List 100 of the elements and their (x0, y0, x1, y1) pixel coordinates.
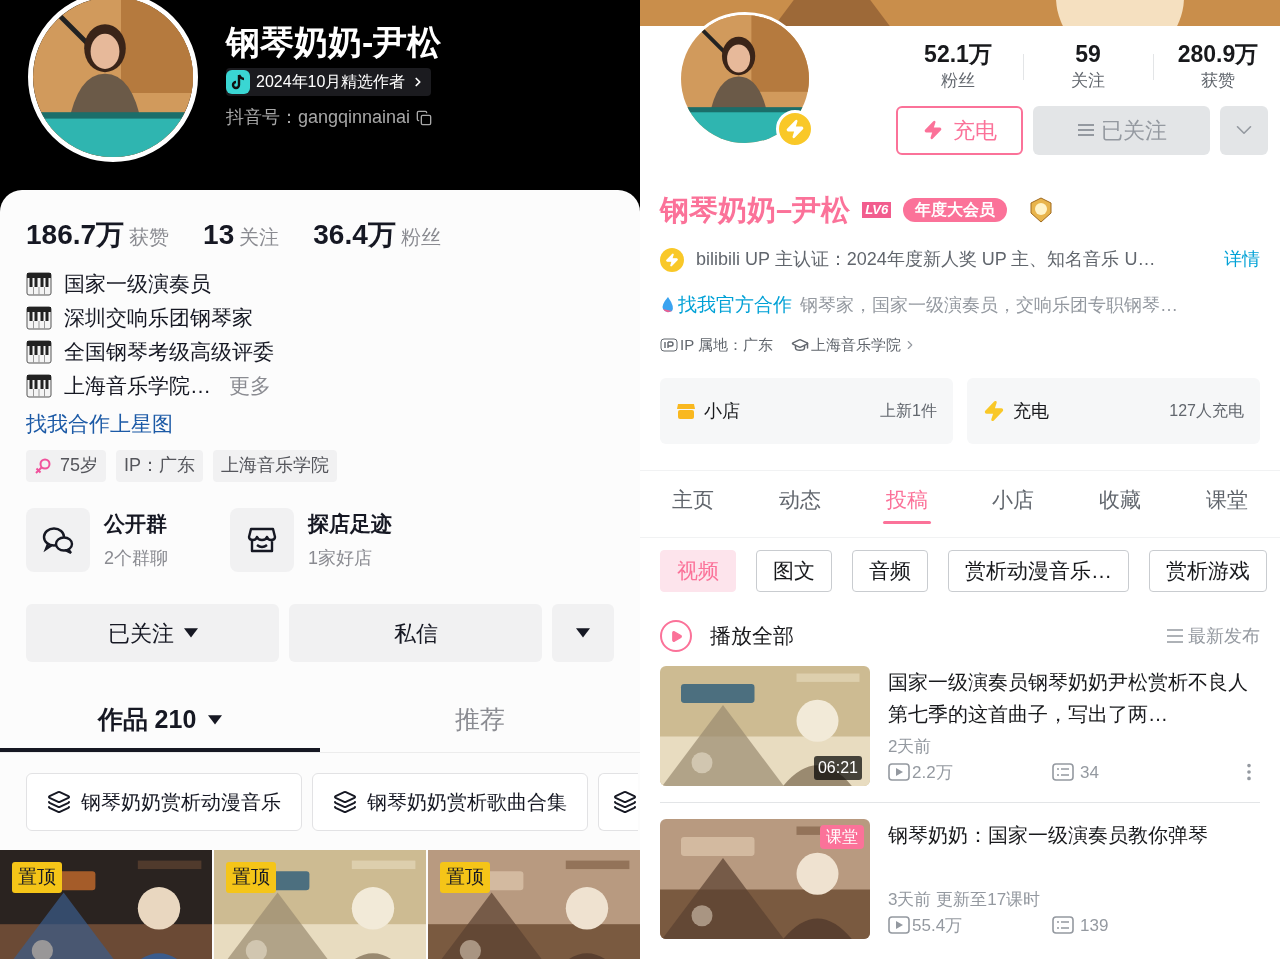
profile-tab[interactable]: 小店 (970, 471, 1057, 537)
bio-line: 国家一级演奏员 (64, 270, 211, 297)
lightning-icon (983, 400, 1005, 422)
info-card[interactable]: 充电 127人充电 (967, 378, 1260, 444)
feature-subtitle: 2个群聊 (104, 547, 168, 570)
drop-icon (660, 296, 676, 315)
pinned-badge: 置顶 (12, 862, 62, 893)
piano-keys-icon (26, 338, 52, 365)
stat-value: 59 (1075, 40, 1101, 68)
level-badge: LV6 (862, 202, 892, 219)
card-title: 小店 (704, 399, 740, 423)
profile-tab[interactable]: 主页 (650, 471, 736, 537)
copy-icon[interactable] (416, 109, 433, 126)
layers-icon (47, 790, 71, 814)
message-button[interactable]: 私信 (289, 604, 542, 662)
layers-icon (613, 790, 637, 814)
verified-icon (660, 247, 684, 272)
profile-tag: IP：广东 (116, 449, 204, 482)
profile-tab[interactable]: 动态 (756, 471, 843, 537)
award-badge[interactable]: 2024年10月精选作者 (226, 68, 432, 96)
card-info: 上新1件 (880, 401, 937, 421)
lightning-icon (922, 120, 943, 140)
profile-stat: 36.4万 粉丝 (313, 218, 441, 252)
video-duration: 06:21 (813, 756, 862, 780)
chat-bubbles-icon (41, 524, 75, 555)
feature-subtitle: 1家好店 (308, 547, 373, 570)
school-link[interactable]: 上海音乐学院 (791, 333, 918, 356)
video-title[interactable]: 国家一级演奏员钢琴奶奶尹松赏析不良人第七季的这首曲子，写出了两… (888, 666, 1260, 730)
profile-stat: 186.7万 获赞 (26, 218, 170, 252)
play-count-icon (888, 763, 910, 782)
view-count: 55.4万 (912, 914, 964, 937)
feature-icon-tile[interactable] (230, 507, 294, 572)
caret-icon (576, 628, 590, 638)
ip-icon (660, 337, 678, 352)
caret-icon (208, 715, 223, 725)
female-icon (34, 456, 52, 475)
follow-button[interactable]: 已关注 (26, 604, 279, 662)
comment-count: 139 (1080, 914, 1109, 937)
cooperation-link[interactable]: 找我合作上星图 (26, 408, 173, 440)
piano-keys-icon (26, 304, 52, 331)
video-thumbnail[interactable]: 06:21 (660, 666, 870, 786)
stat-label: 关注 (1071, 70, 1105, 92)
profile-tag: 上海音乐学院 (213, 449, 338, 482)
view-count: 2.2万 (912, 761, 954, 784)
video-thumbnail[interactable]: 置顶 (428, 850, 640, 959)
filter-chip[interactable]: 音频 (852, 550, 928, 592)
profile-tab[interactable]: 课堂 (1184, 471, 1270, 537)
play-all-icon[interactable] (660, 620, 692, 652)
collection-chip[interactable] (598, 773, 638, 831)
menu-icon (1076, 122, 1095, 138)
feature-title: 公开群 (104, 510, 168, 537)
certification-text: bilibili UP 主认证：2024年度新人奖 UP 主、知名音乐 U… (696, 248, 1156, 271)
stat-value: 280.9万 (1177, 40, 1259, 68)
comment-count: 34 (1080, 761, 1099, 784)
card-info: 127人充电 (1169, 401, 1244, 421)
cooperation-text: 钢琴家，国家一级演奏员，交响乐团专职钢琴… (800, 293, 1178, 317)
profile-tag: 75岁 (26, 449, 107, 482)
layers-icon (333, 790, 357, 814)
filter-chip[interactable]: 赏析游戏 (1149, 550, 1267, 592)
bio-line: 全国钢琴考级高级评委 (64, 338, 274, 365)
stat-label: 粉丝 (941, 70, 975, 92)
vip-badge: 年度大会员 (903, 198, 1008, 223)
course-badge: 课堂 (820, 825, 864, 849)
piano-keys-icon (26, 372, 52, 399)
play-all-label[interactable]: 播放全部 (710, 620, 794, 652)
bio-line: 深圳交响乐团钢琴家 (64, 304, 253, 331)
video-date: 3天前 更新至17课时 (888, 889, 1042, 911)
feature-title: 探店足迹 (308, 510, 392, 537)
list-icon (1166, 628, 1184, 644)
piano-keys-icon (26, 270, 52, 297)
comment-icon (1052, 916, 1074, 935)
info-card[interactable]: 小店 上新1件 (660, 378, 953, 444)
video-thumbnail[interactable]: 置顶 (214, 850, 426, 959)
profile-name: 钢琴奶奶-尹松 (226, 22, 442, 63)
caret-icon (183, 628, 198, 638)
collection-chip[interactable]: 钢琴奶奶赏析歌曲合集 (312, 773, 588, 831)
video-title[interactable]: 钢琴奶奶：国家一级演奏员教你弹琴 (888, 819, 1260, 883)
storefront-icon (247, 525, 277, 554)
profile-tab[interactable]: 收藏 (1077, 471, 1164, 537)
collection-chip[interactable]: 钢琴奶奶赏析动漫音乐 (26, 773, 302, 831)
account-id: 抖音号：gangqinnainai (226, 106, 411, 129)
profile-name: 钢琴奶奶–尹松 (660, 192, 851, 228)
stat-label: 获赞 (1201, 70, 1235, 92)
filter-chip[interactable]: 图文 (756, 550, 832, 592)
ip-location: IP 属地：广东 (680, 334, 774, 355)
bio-line: 上海音乐学院… (64, 372, 211, 399)
pinned-badge: 置顶 (226, 862, 276, 893)
store-icon (676, 402, 696, 420)
video-date: 2天前 (888, 736, 933, 758)
pinned-badge: 置顶 (440, 862, 490, 893)
content-tab[interactable]: 作品 210 (0, 692, 320, 752)
stat-value: 52.1万 (924, 40, 992, 68)
card-title: 充电 (1013, 399, 1049, 423)
profile-stat: 13 关注 (203, 218, 280, 252)
feature-icon-tile[interactable] (26, 507, 90, 572)
music-note-icon (226, 70, 250, 94)
filter-chip[interactable]: 赏析动漫音乐… (948, 550, 1129, 592)
video-thumbnail[interactable]: 置顶 (0, 850, 212, 959)
play-count-icon (888, 916, 910, 935)
comment-icon (1052, 763, 1074, 782)
